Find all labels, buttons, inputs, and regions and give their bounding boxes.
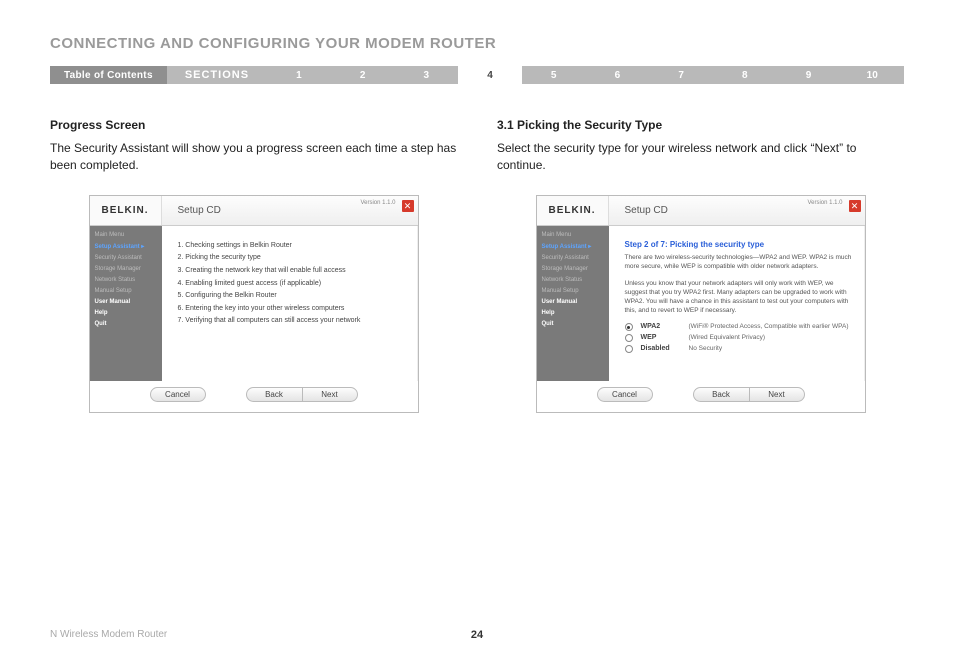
sidebar-item[interactable]: Manual Setup [542,288,604,294]
close-icon[interactable]: ✕ [849,200,861,212]
step-desc-2: Unless you know that your network adapte… [625,279,853,315]
right-column: 3.1 Picking the Security Type Select the… [497,118,904,413]
back-button[interactable]: Back [693,387,749,402]
sidebar-item[interactable]: Main Menu [95,232,157,238]
section-link-9[interactable]: 9 [777,66,841,84]
cancel-button[interactable]: Cancel [150,387,206,402]
section-link-2[interactable]: 2 [331,66,395,84]
left-sidebar: Main Menu Setup Assistant ▸ Security Assis… [90,226,162,381]
section-link-1[interactable]: 1 [267,66,331,84]
page-number: 24 [471,629,483,641]
close-icon[interactable]: ✕ [402,200,414,212]
sidebar-item[interactable]: Quit [95,321,157,327]
sidebar-item[interactable]: User Manual [95,299,157,305]
right-body: Select the security type for your wirele… [497,140,904,175]
sidebar-item[interactable]: Storage Manager [542,266,604,272]
sidebar-item[interactable]: Main Menu [542,232,604,238]
sidebar-item[interactable]: Quit [542,321,604,327]
step-desc-1: There are two wireless-security technolo… [625,253,853,271]
sidebar-item[interactable]: Setup Assistant ▸ [542,243,604,250]
security-type-panel: Step 2 of 7: Picking the security type T… [609,226,865,381]
radio-icon[interactable] [625,345,633,353]
version-label: Version 1.1.0 [360,200,395,206]
section-link-8[interactable]: 8 [713,66,777,84]
progress-step: 2. Picking the security type [178,252,406,265]
security-option[interactable]: Disabled No Security [625,345,853,353]
sidebar-item[interactable]: Manual Setup [95,288,157,294]
option-desc: (WiFi® Protected Access, Compatible with… [689,323,849,330]
option-label: WEP [641,334,681,341]
security-screenshot: BELKIN. Setup CD Version 1.1.0 ✕ Main Me… [536,195,866,413]
section-link-5[interactable]: 5 [522,66,586,84]
radio-icon[interactable] [625,334,633,342]
toc-link[interactable]: Table of Contents [50,66,167,84]
next-button[interactable]: Next [749,387,805,402]
page-footer: N Wireless Modem Router 24 [50,629,904,640]
security-option[interactable]: WEP (Wired Equivalent Privacy) [625,334,853,342]
progress-step: 6. Entering the key into your other wire… [178,303,406,316]
section-link-10[interactable]: 10 [840,66,904,84]
section-numbers: 12345678910 [267,66,904,84]
cancel-button[interactable]: Cancel [597,387,653,402]
left-body: The Security Assistant will show you a p… [50,140,457,175]
sidebar-item[interactable]: User Manual [542,299,604,305]
progress-step-list: 1. Checking settings in Belkin Router2. … [162,226,418,381]
next-button[interactable]: Next [302,387,358,402]
sidebar-item[interactable]: Security Assistant [95,255,157,261]
left-column: Progress Screen The Security Assistant w… [50,118,457,413]
sidebar-item[interactable]: Setup Assistant ▸ [95,243,157,250]
security-option[interactable]: WPA2 (WiFi® Protected Access, Compatible … [625,323,853,331]
right-sidebar: Main Menu Setup Assistant ▸ Security Assis… [537,226,609,381]
radio-icon[interactable] [625,323,633,331]
sidebar-item[interactable]: Network Status [95,277,157,283]
section-link-4[interactable]: 4 [458,66,522,84]
sidebar-item[interactable]: Network Status [542,277,604,283]
section-link-3[interactable]: 3 [394,66,458,84]
option-label: WPA2 [641,323,681,330]
progress-step: 5. Configuring the Belkin Router [178,290,406,303]
back-button[interactable]: Back [246,387,302,402]
sidebar-item[interactable]: Storage Manager [95,266,157,272]
sidebar-item[interactable]: Help [542,310,604,316]
option-desc: (Wired Equivalent Privacy) [689,334,766,341]
left-heading: Progress Screen [50,118,457,132]
version-label: Version 1.1.0 [807,200,842,206]
page-title: CONNECTING AND CONFIGURING YOUR MODEM RO… [50,35,904,52]
progress-step: 1. Checking settings in Belkin Router [178,240,406,253]
progress-step: 7. Verifying that all computers can stil… [178,315,406,328]
section-link-7[interactable]: 7 [649,66,713,84]
progress-step: 4. Enabling limited guest access (if app… [178,278,406,291]
section-link-6[interactable]: 6 [586,66,650,84]
sidebar-item[interactable]: Security Assistant [542,255,604,261]
right-heading: 3.1 Picking the Security Type [497,118,904,132]
progress-screenshot: BELKIN. Setup CD Version 1.1.0 ✕ Main Me… [89,195,419,413]
option-label: Disabled [641,345,681,352]
step-title: Step 2 of 7: Picking the security type [625,240,853,249]
belkin-logo: BELKIN. [537,196,609,225]
progress-step: 3. Creating the network key that will en… [178,265,406,278]
belkin-logo: BELKIN. [90,196,162,225]
option-desc: No Security [689,345,723,352]
product-name: N Wireless Modem Router [50,629,167,640]
section-navbar: Table of Contents SECTIONS 12345678910 [50,66,904,84]
sidebar-item[interactable]: Help [95,310,157,316]
sections-label: SECTIONS [167,66,267,84]
